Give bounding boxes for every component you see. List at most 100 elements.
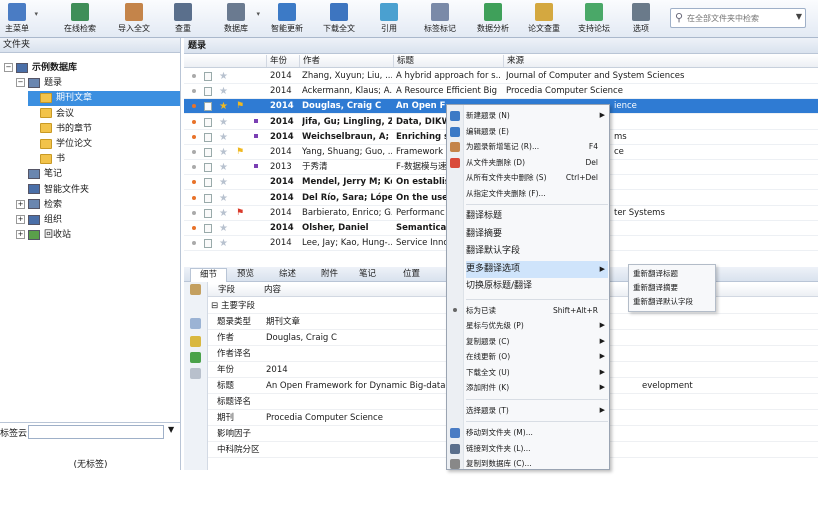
expander-icon[interactable]: + [16,199,25,209]
tab-5[interactable]: 位置 [394,268,429,282]
online-search-button[interactable]: 在线检索 [60,2,100,36]
star-icon[interactable]: ★ [219,175,228,190]
tree-item-2[interactable]: 期刊文章 [28,91,180,107]
submenu-item-2[interactable]: 重新翻译默认字段 [633,295,693,309]
tab-0[interactable]: 细节 [190,268,228,282]
field-value[interactable]: Procedia Computer Science [266,410,383,426]
menu-item-10[interactable]: 更多翻译选项 ▶ [466,260,608,278]
copy-icon[interactable] [190,318,201,329]
tree-item-1[interactable]: − 题录 [16,76,62,91]
submenu-item-0[interactable]: 重新翻译标题 [633,267,678,281]
tree-item-6[interactable]: 书 [28,152,65,167]
menu-item-8[interactable]: 翻译摘要 [466,226,608,244]
lock-icon[interactable] [190,284,201,295]
menu-item-16[interactable]: 在线更新 (O) ▶ [466,349,608,365]
tree-item-10[interactable]: + 组织 [16,213,62,228]
menu-item-22[interactable]: 移动到文件夹 (M)... [466,425,608,441]
column-author[interactable]: 作者 [299,55,395,67]
read-status-icon[interactable] [192,195,196,200]
read-status-icon[interactable] [192,119,196,124]
star-icon[interactable]: ★ [219,236,228,251]
menu-item-24[interactable]: 复制到数据库 (C)... [466,456,608,472]
star-icon[interactable]: ★ [219,84,228,99]
read-status-icon[interactable] [192,89,196,94]
import-fulltext-button[interactable]: 导入全文 [112,2,156,36]
forum-button[interactable]: 支持论坛 [572,2,616,36]
tree-item-0[interactable]: − 示例数据库 [4,61,77,76]
star-icon[interactable]: ★ [219,115,228,130]
menu-item-3[interactable]: 从文件夹删除 (D) Del [466,155,608,171]
read-status-icon[interactable] [192,180,196,185]
tab-1[interactable]: 预览 [228,268,263,282]
database-button[interactable]: 数据库 ▾ [218,2,260,36]
read-status-icon[interactable] [192,210,196,215]
menu-item-2[interactable]: 为题录新增笔记 (R)... F4 [466,139,608,155]
field-value[interactable]: 2014 [266,362,288,378]
data-analysis-button[interactable]: 数据分析 [472,2,514,36]
tree-item-5[interactable]: 学位论文 [28,137,92,152]
tree-item-3[interactable]: 会议 [28,107,74,122]
menu-item-13[interactable]: 标为已读 Shift+Alt+R [466,303,608,319]
menu-item-23[interactable]: 链接到文件夹 (L)... [466,441,608,457]
menu-item-1[interactable]: 编辑题录 (E) [466,124,608,140]
menu-item-20[interactable]: 选择题录 (T) ▶ [466,403,608,419]
star-icon[interactable]: ★ [219,145,228,160]
paper-check-button[interactable]: 论文查重 [524,2,564,36]
chevron-down-icon[interactable]: ▼ [168,425,174,434]
field-value[interactable]: Douglas, Craig C [266,330,337,346]
chevron-down-icon[interactable]: ▼ [796,12,802,21]
column-year[interactable]: 年份 [266,55,302,67]
read-status-icon[interactable] [192,134,196,139]
field-value[interactable]: 期刊文章 [266,314,300,330]
expander-icon[interactable]: − [16,78,25,88]
field-value[interactable]: An Open Framework for Dynamic Big-data-d [266,378,454,394]
main-menu-button[interactable]: 主菜单 ▾ [2,2,38,36]
download-fulltext-button[interactable]: 下载全文 [318,2,360,36]
menu-item-9[interactable]: 翻译默认字段 [466,243,608,261]
expander-icon[interactable]: + [16,215,25,224]
tree-item-4[interactable]: 书的章节 [28,122,92,137]
search-input[interactable] [687,11,791,25]
expander-icon[interactable]: − [4,63,13,72]
table-row[interactable]: ★ 2014 Zhang, Xuyun; Liu, ... A hybrid appr… [184,69,818,84]
tree-item-7[interactable]: 笔记 [16,167,62,182]
read-status-icon[interactable] [192,150,196,154]
menu-item-7[interactable]: 翻译标题 [466,208,608,226]
read-status-icon[interactable] [192,165,196,170]
submenu-item-1[interactable]: 重新翻译摘要 [633,281,678,295]
menu-item-18[interactable]: 添加附件 (K) ▶ [466,380,608,396]
cite-button[interactable]: 引用 [374,2,404,36]
read-status-icon[interactable] [192,104,196,109]
star-icon[interactable]: ★ [219,206,228,221]
read-status-icon[interactable] [192,241,196,246]
menu-item-0[interactable]: 新建题录 (N) ▶ [466,108,608,124]
expander-icon[interactable]: + [16,230,25,240]
grid-icon[interactable] [190,352,201,363]
smart-update-button[interactable]: 智能更新 [266,2,308,36]
tree-item-11[interactable]: + 回收站 [16,228,71,243]
flag-icon[interactable]: ⚑ [236,99,244,114]
menu-item-5[interactable]: 从指定文件夹删除 (F)... [466,186,608,202]
tag-mark-button[interactable]: 标签标记 [420,2,460,36]
star-icon[interactable]: ★ [219,191,228,206]
duplicate-check-button[interactable]: 查重 [168,2,198,36]
edit-icon[interactable] [190,336,201,347]
tree-item-9[interactable]: + 检索 [16,198,62,213]
star-icon[interactable]: ★ [219,69,228,84]
menu-item-14[interactable]: 星标与优先级 (P) ▶ [466,318,608,334]
read-status-icon[interactable] [192,226,196,230]
star-icon[interactable]: ★ [219,99,228,114]
column-title[interactable]: 标题 [393,55,503,67]
star-icon[interactable]: ★ [219,221,228,236]
table-row[interactable]: ★ 2014 Ackermann, Klaus; A... A Resource Ef… [184,84,818,100]
attach-icon[interactable] [190,368,201,379]
column-source[interactable]: 来源 [503,55,818,67]
tab-4[interactable]: 笔记 [350,268,385,282]
tab-3[interactable]: 附件 [312,268,347,282]
collapse-icon[interactable]: ⊟ [211,298,218,314]
star-icon[interactable]: ★ [219,130,228,145]
menu-item-4[interactable]: 从所有文件夹中删除 (S) Ctrl+Del [466,170,608,186]
tab-2[interactable]: 综述 [270,268,305,282]
tag-filter-input[interactable] [28,425,164,439]
read-status-icon[interactable] [192,74,196,78]
